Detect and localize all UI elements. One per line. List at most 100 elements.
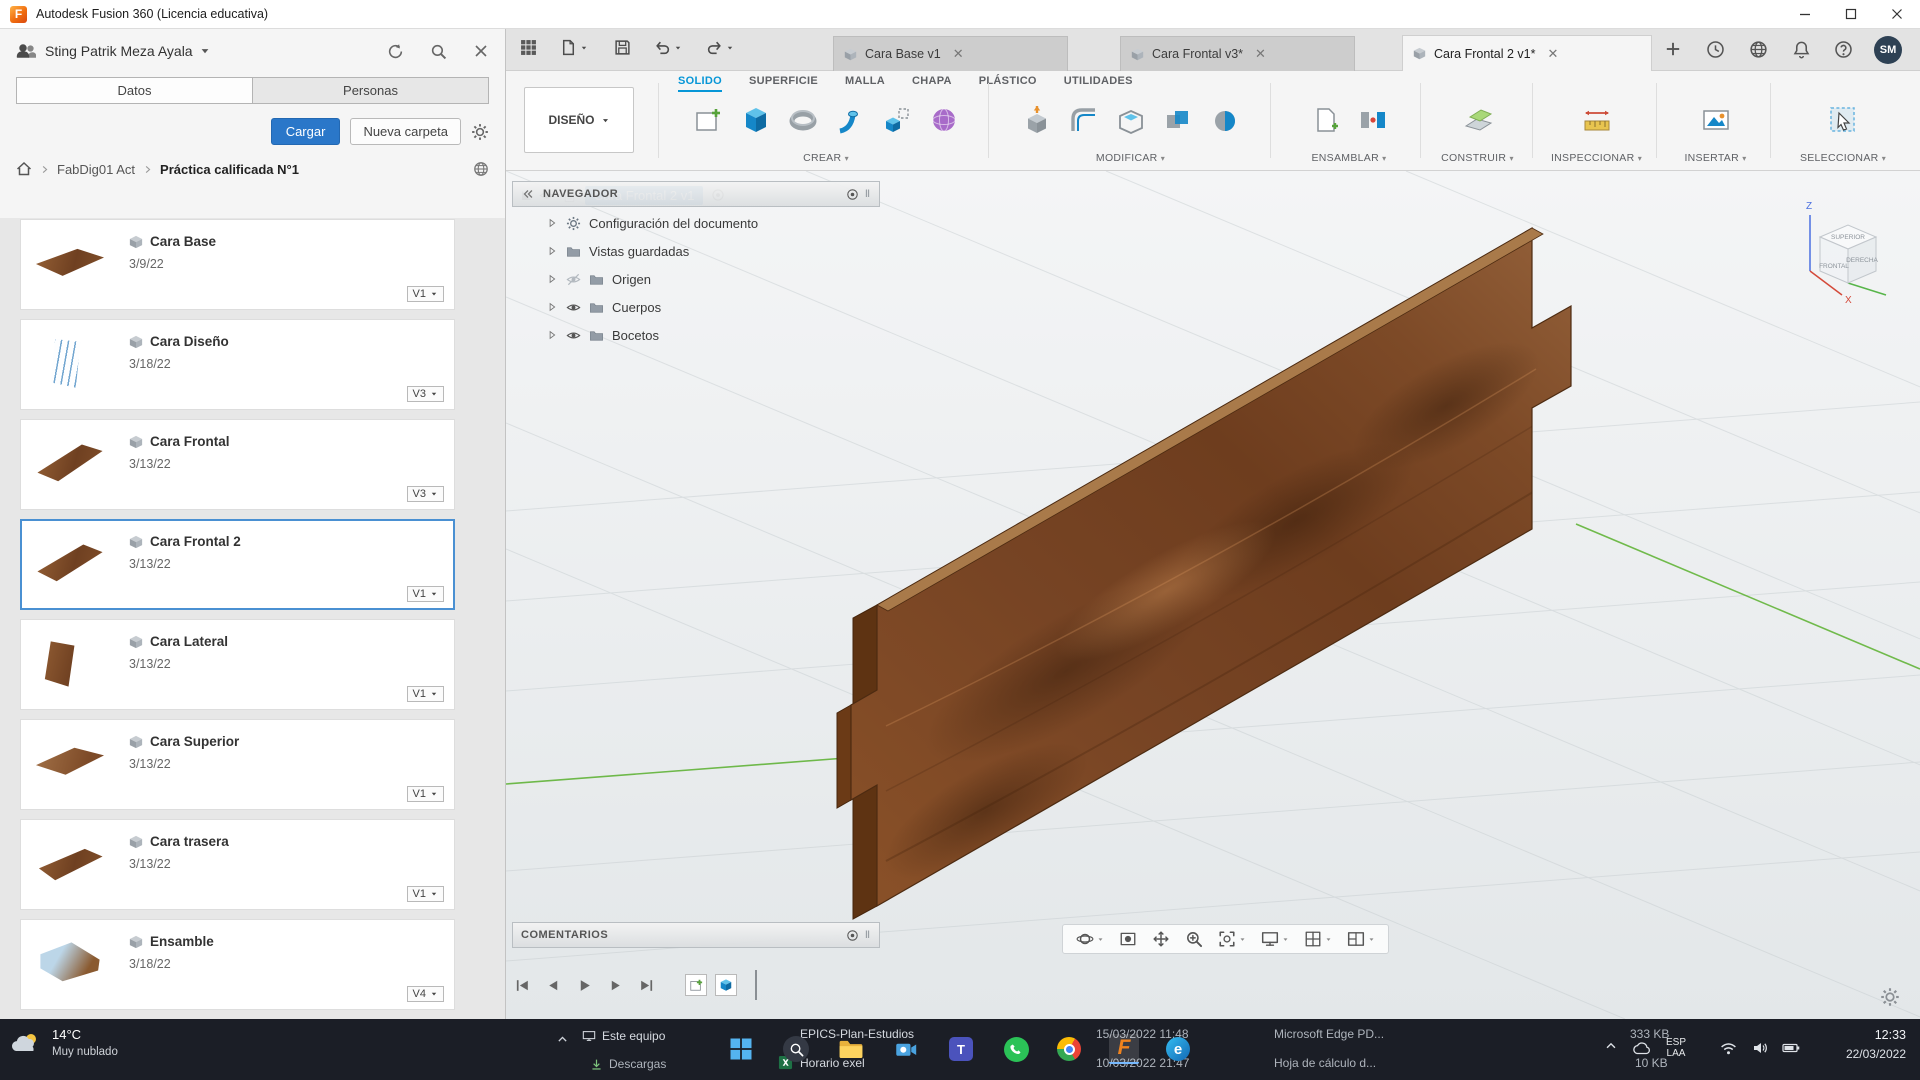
expand-caret-icon[interactable] — [546, 301, 558, 313]
view-cube[interactable]: Z X SUPERIOR FRONTAL DERECHA — [1790, 195, 1902, 311]
online-status-globe-icon[interactable] — [1749, 40, 1768, 59]
tool-measure[interactable] — [1576, 95, 1618, 145]
tree-node-document-settings[interactable]: Configuración del documento — [512, 209, 880, 237]
tab-utilidades[interactable]: UTILIDADES — [1064, 75, 1133, 92]
close-button[interactable] — [1874, 0, 1920, 28]
version-dropdown[interactable]: V1 — [406, 686, 444, 702]
search-taskbar-icon[interactable] — [781, 1034, 811, 1064]
viewports-button[interactable] — [1347, 930, 1375, 948]
file-explorer-icon[interactable] — [836, 1034, 866, 1064]
list-item-cara-frontal-2[interactable]: Cara Frontal 2 3/13/22 V1 — [20, 519, 455, 610]
pan-button[interactable] — [1152, 930, 1170, 948]
tool-shell[interactable] — [1110, 95, 1152, 145]
globe-icon[interactable] — [473, 161, 489, 177]
tool-extrude[interactable] — [735, 95, 777, 145]
app-grid-icon[interactable] — [520, 39, 537, 56]
timeline-play-button[interactable] — [576, 977, 593, 994]
keyboard-layout-indicator[interactable]: ESP LAA — [1666, 1037, 1686, 1059]
tool-construction-plane[interactable] — [1457, 95, 1499, 145]
avatar[interactable]: SM — [1874, 36, 1902, 64]
expand-caret-icon[interactable] — [546, 273, 558, 285]
group-label-modificar[interactable]: MODIFICAR ▾ — [1003, 152, 1258, 164]
document-tab-cara-frontal-2[interactable]: Cara Frontal 2 v1* ✕ — [1402, 35, 1652, 71]
timeline-skip-start-button[interactable] — [514, 977, 531, 994]
document-tab-cara-base[interactable]: Cara Base v1 ✕ — [833, 36, 1068, 71]
collapse-panel-icon[interactable] — [521, 187, 535, 201]
upload-button[interactable]: Cargar — [270, 118, 341, 145]
tree-node-label[interactable]: Cuerpos — [612, 300, 661, 315]
tool-select[interactable] — [1822, 95, 1864, 145]
tree-node-saved-views[interactable]: Vistas guardadas — [512, 237, 880, 265]
tree-node-label[interactable]: Vistas guardadas — [589, 244, 689, 259]
tab-malla[interactable]: MALLA — [845, 75, 885, 92]
close-tab-icon[interactable]: ✕ — [953, 46, 964, 62]
model-body[interactable] — [836, 226, 1572, 920]
expand-caret-icon[interactable] — [546, 245, 558, 257]
help-icon[interactable] — [1834, 40, 1853, 59]
tool-combine[interactable] — [1157, 95, 1199, 145]
timeline-sketch-feature[interactable] — [685, 974, 707, 996]
camera-icon[interactable] — [891, 1034, 921, 1064]
refresh-button[interactable] — [387, 43, 404, 60]
minimize-button[interactable] — [1782, 0, 1828, 28]
comments-option-icon[interactable] — [846, 929, 859, 942]
timeline-skip-end-button[interactable] — [638, 977, 655, 994]
version-dropdown[interactable]: V1 — [406, 786, 444, 802]
tree-node-label[interactable]: Configuración del documento — [589, 216, 758, 231]
list-item-cara-base[interactable]: Cara Base 3/9/22 V1 — [20, 219, 455, 310]
tab-datos[interactable]: Datos — [16, 77, 253, 104]
viewport-settings-gear-icon[interactable] — [1880, 987, 1900, 1007]
explorer-expand-chevron-icon[interactable] — [556, 1033, 569, 1046]
group-label-ensamblar[interactable]: ENSAMBLAR ▾ — [1285, 152, 1413, 164]
volume-icon[interactable] — [1752, 1040, 1768, 1056]
3d-viewport[interactable]: NAVEGADOR ‖ Cara Frontal 2 v1 Configurac… — [506, 171, 1920, 1019]
grid-settings-button[interactable] — [1304, 930, 1332, 948]
visibility-eye-off-icon[interactable] — [566, 272, 581, 287]
tool-revolve[interactable] — [782, 95, 824, 145]
fit-button[interactable] — [1218, 930, 1246, 948]
notifications-bell-icon[interactable] — [1792, 40, 1811, 59]
close-tab-icon[interactable]: ✕ — [1255, 46, 1266, 62]
version-dropdown[interactable]: V1 — [406, 586, 444, 602]
document-tab-cara-frontal[interactable]: Cara Frontal v3* ✕ — [1120, 36, 1355, 71]
tree-node-label[interactable]: Bocetos — [612, 328, 659, 343]
tab-chapa[interactable]: CHAPA — [912, 75, 952, 92]
timeline-extrude-feature[interactable] — [715, 974, 737, 996]
close-tab-icon[interactable]: ✕ — [1547, 46, 1558, 62]
panel-settings-gear-icon[interactable] — [471, 123, 489, 141]
expand-caret-icon[interactable] — [546, 217, 558, 229]
group-label-seleccionar[interactable]: SELECCIONAR ▾ — [1788, 152, 1898, 164]
new-folder-button[interactable]: Nueva carpeta — [350, 118, 461, 145]
group-label-insertar[interactable]: INSERTAR ▾ — [1668, 152, 1763, 164]
panel-grip[interactable]: ‖ — [865, 189, 871, 200]
visibility-eye-icon[interactable] — [566, 300, 581, 315]
display-settings-button[interactable] — [1261, 930, 1289, 948]
tab-solido[interactable]: SOLIDO — [678, 75, 722, 92]
onedrive-cloud-icon[interactable] — [1632, 1041, 1652, 1055]
list-item-cara-lateral[interactable]: Cara Lateral 3/13/22 V1 — [20, 619, 455, 710]
version-dropdown[interactable]: V3 — [406, 386, 444, 402]
user-name[interactable]: Sting Patrik Meza Ayala — [45, 43, 193, 59]
hidden-icons-chevron[interactable] — [1604, 1039, 1618, 1053]
visibility-eye-icon[interactable] — [566, 328, 581, 343]
list-item-cara-frontal[interactable]: Cara Frontal 3/13/22 V3 — [20, 419, 455, 510]
fusion-360-taskbar-icon[interactable]: F — [1109, 1034, 1139, 1064]
tool-joint[interactable] — [1352, 95, 1394, 145]
group-label-inspeccionar[interactable]: INSPECCIONAR ▾ — [1544, 152, 1649, 164]
tab-personas[interactable]: Personas — [253, 77, 489, 104]
tool-create-sketch[interactable] — [688, 95, 730, 145]
panel-option-icon[interactable] — [846, 188, 859, 201]
taskbar-clock[interactable]: 12:33 22/03/2022 — [1846, 1028, 1906, 1061]
search-button[interactable] — [430, 43, 447, 60]
version-dropdown[interactable]: V4 — [406, 986, 444, 1002]
tool-create-form[interactable] — [923, 95, 965, 145]
breadcrumb-root[interactable]: FabDig01 Act — [57, 162, 135, 177]
battery-icon[interactable] — [1782, 1043, 1800, 1053]
tool-offset-face[interactable] — [1204, 95, 1246, 145]
whatsapp-icon[interactable] — [1001, 1034, 1031, 1064]
look-at-button[interactable] — [1119, 930, 1137, 948]
tool-primitive-box[interactable] — [876, 95, 918, 145]
timeline-step-back-button[interactable] — [545, 977, 562, 994]
explorer-sidebar-downloads[interactable]: Descargas — [590, 1057, 666, 1071]
close-panel-button[interactable] — [473, 43, 489, 59]
